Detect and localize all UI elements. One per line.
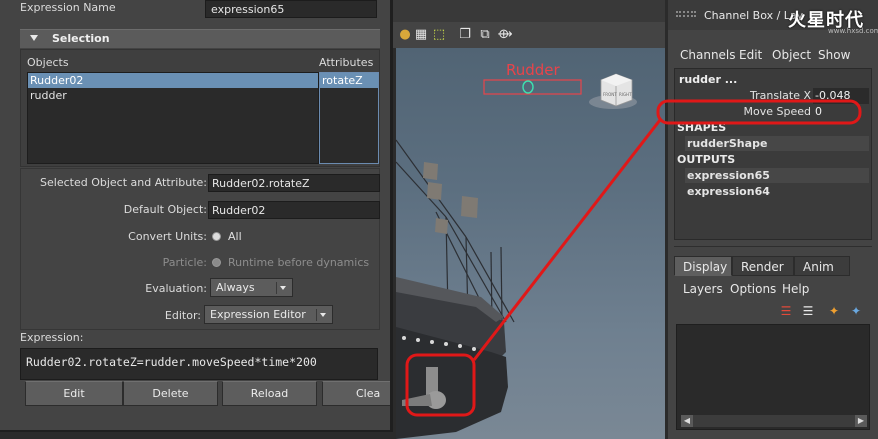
evaluation-label: Evaluation: <box>145 282 207 295</box>
expression-textarea[interactable]: Rudder02.rotateZ=rudder.moveSpeed*time*2… <box>20 348 378 380</box>
convert-units-label: Convert Units: <box>128 230 207 243</box>
evaluation-dropdown[interactable]: Always <box>210 278 293 297</box>
new-layer-selected-icon[interactable]: ☰ <box>800 303 816 319</box>
viewcube-right-label: RIGHT <box>619 92 632 97</box>
tab-display[interactable]: Display <box>674 256 732 276</box>
new-layer-icon[interactable]: ☰ <box>778 303 794 319</box>
channel-value[interactable]: 0 <box>813 104 869 120</box>
default-object-label: Default Object: <box>123 203 207 216</box>
expression-name-field[interactable] <box>205 0 377 18</box>
channel-box-window: Channel Box / Lay 火星时代 www.hxsd.com Chan… <box>668 0 878 439</box>
editor-dropdown[interactable]: Expression Editor <box>204 305 333 324</box>
convert-units-all-radio[interactable] <box>212 232 221 241</box>
editor-value: Expression Editor <box>210 308 306 321</box>
add-to-layer-icon[interactable]: ✦ <box>848 303 864 319</box>
light-bulb-icon[interactable]: ● <box>397 27 413 43</box>
perspective-viewport[interactable]: Rudder FRONT RIGHT <box>396 22 665 439</box>
ship-flags <box>423 162 478 234</box>
evaluation-value: Always <box>216 281 255 294</box>
list-item[interactable]: rotateZ <box>320 73 378 88</box>
xray-icon[interactable]: ⧉ <box>477 27 493 43</box>
channel-name: Translate X <box>750 89 811 102</box>
particle-runtime-label: Runtime before dynamics <box>228 256 370 269</box>
rudder-control-handle[interactable] <box>522 80 534 94</box>
layer-editor-tabs: Display Render Anim <box>674 256 872 276</box>
viewport-menu-strip <box>393 0 665 22</box>
menu-object[interactable]: Object <box>772 48 811 62</box>
horizontal-scrollbar[interactable]: ◀ ▶ <box>681 415 867 427</box>
selection-header-label: Selection <box>52 32 110 45</box>
output-item[interactable]: expression64 <box>685 184 869 199</box>
channel-row-move-speed[interactable]: Move Speed 0 <box>679 104 869 120</box>
viewport-toolbar: ● ▦ ⬚ ❐ ⧉ ⟴ <box>393 22 665 48</box>
chevron-down-icon <box>276 282 289 294</box>
attributes-label: Attributes <box>319 56 374 69</box>
viewcube-front-label: FRONT <box>603 92 617 97</box>
menu-edit[interactable]: Edit <box>739 48 762 62</box>
channel-row-translate-x[interactable]: Translate X -0.048 <box>679 88 869 104</box>
scroll-left-icon[interactable]: ◀ <box>681 415 693 427</box>
selected-object-field[interactable]: Rudder02.rotateZ <box>208 174 380 192</box>
delete-button[interactable]: Delete <box>123 381 218 406</box>
selection-panel: Objects Attributes Rudder02 rudder rotat… <box>20 49 380 167</box>
scroll-right-icon[interactable]: ▶ <box>855 415 867 427</box>
channel-box-menubar: Channels Edit Object Show <box>668 44 878 66</box>
list-item[interactable]: rudder <box>28 88 318 103</box>
chevron-down-icon <box>316 309 329 321</box>
expression-name-label: Expression Name <box>20 1 116 14</box>
list-item[interactable]: Rudder02 <box>28 73 318 88</box>
menu-show[interactable]: Show <box>818 48 850 62</box>
clear-button[interactable]: Clea <box>322 381 390 406</box>
objects-list[interactable]: Rudder02 rudder <box>27 72 319 164</box>
expression-editor-window: Expression Name Selection Objects Attrib… <box>0 0 393 432</box>
default-object-field[interactable]: Rudder02 <box>208 201 380 219</box>
objects-label: Objects <box>27 56 69 69</box>
convert-units-all-label: All <box>228 230 242 243</box>
joint-icon[interactable]: ⟴ <box>497 27 513 43</box>
isolate-select-icon[interactable]: ⬚ <box>431 27 447 43</box>
wireframe-cube-icon[interactable]: ❐ <box>457 27 473 43</box>
tab-anim[interactable]: Anim <box>794 256 850 276</box>
selected-object-label: Selected Object and Attribute: <box>40 176 207 189</box>
menu-layers[interactable]: Layers <box>683 282 723 296</box>
channel-name: Move Speed <box>743 105 811 118</box>
node-name[interactable]: rudder ... <box>679 73 737 86</box>
attributes-list[interactable]: rotateZ <box>319 72 379 164</box>
outputs-header: OUTPUTS <box>677 153 736 166</box>
selection-section-header[interactable]: Selection <box>20 29 380 48</box>
shapes-header: SHAPES <box>677 121 727 134</box>
menu-help[interactable]: Help <box>782 282 809 296</box>
layer-toolbar: ☰ ☰ ✦ ✦ <box>674 300 872 322</box>
editor-label: Editor: <box>164 309 201 322</box>
particle-runtime-radio[interactable] <box>212 258 221 267</box>
tab-render[interactable]: Render <box>732 256 794 276</box>
channel-value[interactable]: -0.048 <box>813 88 869 104</box>
output-item[interactable]: expression65 <box>685 168 869 183</box>
create-layer-icon[interactable]: ✦ <box>826 303 842 319</box>
channel-box-panel: rudder ... Translate X -0.048 Move Speed… <box>674 68 872 240</box>
collapse-triangle-icon[interactable] <box>30 35 38 41</box>
panel-divider[interactable] <box>674 246 872 250</box>
expression-label: Expression: <box>20 331 84 344</box>
rudder-control-label: Rudder <box>506 61 561 79</box>
menu-channels[interactable]: Channels <box>680 48 736 62</box>
move-tool-icon[interactable]: ▦ <box>413 27 429 43</box>
layer-list[interactable]: ◀ ▶ <box>676 324 870 430</box>
edit-button[interactable]: Edit <box>25 381 123 406</box>
channel-box-titlebar: Channel Box / Lay 火星时代 www.hxsd.com <box>668 0 878 35</box>
reload-button[interactable]: Reload <box>222 381 317 406</box>
watermark-url: www.hxsd.com <box>828 27 878 35</box>
drag-handle-icon[interactable] <box>676 11 696 17</box>
layer-editor-menubar: Layers Options Help <box>674 278 872 298</box>
shape-item[interactable]: rudderShape <box>685 136 869 151</box>
ship-scene: Rudder FRONT RIGHT <box>396 61 637 439</box>
menu-options[interactable]: Options <box>730 282 776 296</box>
expression-settings-panel: Selected Object and Attribute: Rudder02.… <box>20 168 380 330</box>
particle-label: Particle: <box>162 256 207 269</box>
